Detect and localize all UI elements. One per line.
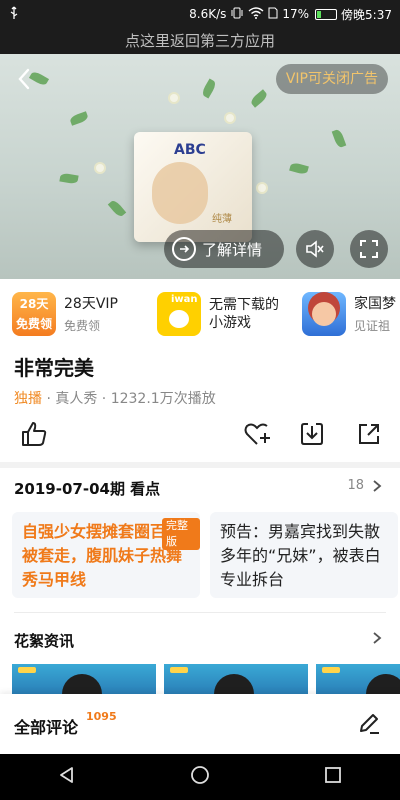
action-bar bbox=[0, 418, 400, 454]
chevron-right-icon bbox=[373, 479, 382, 492]
vip-gift-thumbnail: 28天 免费领 bbox=[12, 292, 56, 336]
exclusive-badge: 独播 bbox=[14, 391, 42, 407]
news-thumbnail[interactable] bbox=[12, 664, 156, 694]
show-meta: 独播 · 真人秀 · 1232.1万次播放 bbox=[14, 388, 216, 408]
leaf-decoration bbox=[200, 78, 218, 99]
leaf-decoration bbox=[331, 128, 347, 149]
learn-more-label: 了解详情 bbox=[202, 240, 263, 259]
heart-plus-icon bbox=[244, 423, 270, 445]
flower-decoration bbox=[170, 94, 178, 102]
usb-icon bbox=[8, 6, 20, 23]
circle-home-icon bbox=[191, 766, 209, 784]
product-tag: 纯薄 bbox=[212, 214, 232, 225]
leaf-decoration bbox=[59, 172, 79, 185]
rec-subtitle: 免费领 bbox=[64, 318, 101, 333]
news-thumbnail[interactable] bbox=[316, 664, 400, 694]
add-favorite-button[interactable] bbox=[243, 420, 271, 448]
rec-subtitle: 见证祖 bbox=[354, 318, 391, 333]
return-to-third-party-app[interactable]: 点这里返回第三方应用 bbox=[0, 28, 400, 54]
video-player[interactable]: ABC 纯薄 VIP可关闭广告 了解详情 bbox=[0, 54, 400, 279]
arrow-right-circle-icon bbox=[172, 237, 196, 261]
chevron-right-icon bbox=[373, 632, 382, 644]
meta-details: · 真人秀 · 1232.1万次播放 bbox=[46, 391, 216, 407]
share-icon bbox=[359, 424, 379, 444]
mute-button[interactable] bbox=[296, 230, 334, 268]
pencil-icon bbox=[360, 714, 379, 734]
comment-count: 1095 bbox=[86, 710, 117, 723]
vibrate-icon bbox=[230, 7, 244, 22]
flower-decoration bbox=[226, 114, 234, 122]
full-version-badge: 完整版 bbox=[162, 518, 200, 550]
battery-percent: 17% bbox=[282, 7, 310, 21]
episode-heading: 2019-07-04期 看点 bbox=[14, 480, 161, 498]
leaf-decoration bbox=[107, 198, 127, 219]
episode-count-link[interactable]: 18 bbox=[347, 478, 382, 493]
rec-item-vip[interactable]: 28天 免费领 28天VIP 免费领 bbox=[0, 284, 145, 344]
status-bar: 8.6K/s 17% 傍晚5:37 bbox=[0, 0, 400, 28]
square-recents-icon bbox=[325, 767, 342, 783]
episode-count: 18 bbox=[347, 478, 364, 493]
clock: 傍晚5:37 bbox=[341, 7, 392, 22]
rec-item-game[interactable]: 家国梦 见证祖 bbox=[290, 284, 400, 344]
recommendation-strip: 28天 免费领 28天VIP 免费领 iwan 无需下载的小游戏 家国梦 见证祖 bbox=[0, 284, 400, 344]
like-button[interactable] bbox=[20, 420, 48, 448]
news-thumbnails bbox=[12, 664, 400, 694]
news-more-button[interactable] bbox=[372, 630, 382, 649]
chevron-left-icon bbox=[18, 68, 30, 90]
show-title: 非常完美 bbox=[14, 356, 94, 380]
vip-close-ad-button[interactable]: VIP可关闭广告 bbox=[275, 64, 388, 94]
system-nav-bar bbox=[0, 754, 400, 800]
rec-title: 28天VIP bbox=[64, 295, 118, 312]
write-comment-button[interactable] bbox=[356, 710, 382, 740]
learn-more-button[interactable]: 了解详情 bbox=[164, 230, 284, 268]
leaf-decoration bbox=[69, 111, 89, 126]
product-swirl bbox=[152, 162, 208, 224]
highlight-card-text: 自强少女摆摊套圈百已被套走，腹肌妹子热舞秀马甲线 bbox=[22, 522, 183, 589]
sim-icon bbox=[268, 7, 278, 22]
speaker-muted-icon bbox=[306, 240, 324, 258]
leaf-decoration bbox=[249, 89, 269, 108]
back-button[interactable] bbox=[12, 66, 38, 92]
news-heading: 花絮资讯 bbox=[14, 632, 75, 650]
nav-back-button[interactable] bbox=[57, 765, 77, 789]
triangle-back-icon bbox=[59, 767, 73, 783]
thumbs-up-icon bbox=[22, 422, 47, 446]
download-icon bbox=[301, 423, 323, 445]
comments-heading[interactable]: 全部评论 bbox=[14, 714, 78, 738]
battery-icon bbox=[315, 8, 338, 20]
news-thumbnail[interactable] bbox=[164, 664, 308, 694]
product-image: ABC 纯薄 bbox=[134, 132, 252, 242]
rec-title: 无需下载的小游戏 bbox=[209, 297, 279, 331]
product-brand: ABC bbox=[174, 142, 206, 158]
wifi-icon bbox=[248, 6, 264, 22]
thin-divider bbox=[14, 612, 386, 613]
rec-item-mini-games[interactable]: iwan 无需下载的小游戏 bbox=[145, 284, 290, 344]
flower-decoration bbox=[258, 184, 266, 192]
flower-decoration bbox=[96, 164, 104, 172]
game-thumbnail bbox=[302, 292, 346, 336]
highlight-card-text: 预告：男嘉宾找到失散多年的“兄妹”，被表白专业拆台 bbox=[220, 522, 381, 589]
highlight-cards: 自强少女摆摊套圈百已被套走，腹肌妹子热舞秀马甲线 完整版 预告：男嘉宾找到失散多… bbox=[12, 512, 400, 598]
highlight-card[interactable]: 预告：男嘉宾找到失散多年的“兄妹”，被表白专业拆台 bbox=[210, 512, 398, 598]
fullscreen-icon bbox=[360, 240, 378, 258]
highlight-card[interactable]: 自强少女摆摊套圈百已被套走，腹肌妹子热舞秀马甲线 完整版 bbox=[12, 512, 200, 598]
section-divider bbox=[0, 462, 400, 468]
nav-home-button[interactable] bbox=[190, 765, 210, 789]
iwan-logo: iwan bbox=[157, 292, 201, 336]
comment-bar: 全部评论 1095 bbox=[0, 694, 400, 754]
leaf-decoration bbox=[289, 161, 309, 176]
nav-recents-button[interactable] bbox=[323, 765, 343, 789]
rec-title: 家国梦 bbox=[354, 295, 396, 312]
share-button[interactable] bbox=[355, 420, 383, 448]
fullscreen-button[interactable] bbox=[350, 230, 388, 268]
network-speed: 8.6K/s bbox=[189, 7, 227, 21]
download-button[interactable] bbox=[298, 420, 326, 448]
